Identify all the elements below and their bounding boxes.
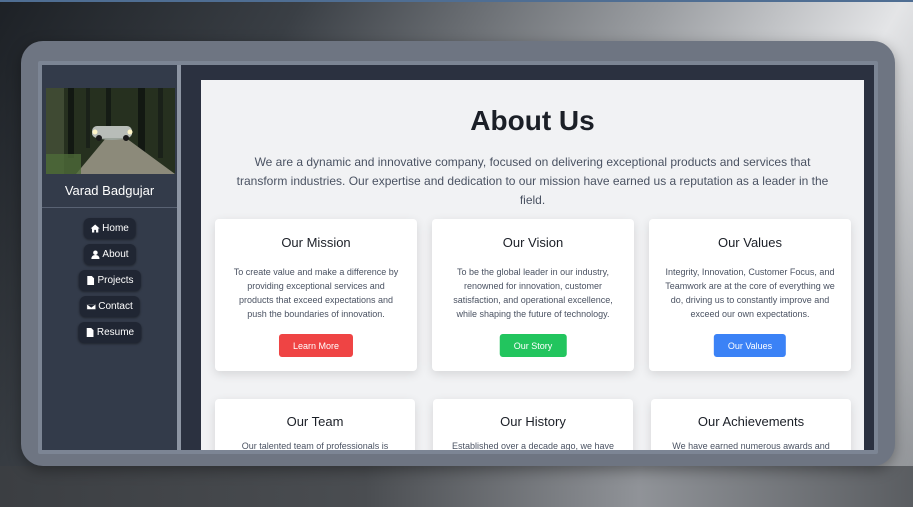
- card-team: Our Team Our talented team of profession…: [215, 399, 415, 450]
- card-vision: Our Vision To be the global leader in ou…: [432, 219, 634, 371]
- card-title: Our Vision: [502, 235, 564, 250]
- card-text: Our talented team of professionals is: [241, 441, 389, 450]
- nav-item-label: About: [102, 249, 129, 260]
- screen: Varad Badgujar Home About Projects Conta…: [38, 61, 878, 454]
- nav-item-label: Resume: [96, 327, 135, 338]
- card-achievements: Our Achievements We have earned numerous…: [651, 399, 851, 450]
- card-title: Our Mission: [281, 235, 351, 250]
- profile-name: Varad Badgujar: [64, 183, 155, 198]
- sidebar: Varad Badgujar Home About Projects Conta…: [42, 65, 181, 450]
- sidebar-divider: [42, 207, 177, 208]
- file-icon: [86, 328, 93, 337]
- nav-item-label: Contact: [98, 301, 133, 312]
- card-title: Our Team: [286, 414, 344, 429]
- nav-item-label: Home: [102, 223, 129, 234]
- envelope-icon: [86, 303, 96, 311]
- user-icon: [90, 250, 99, 259]
- card-text: We have earned numerous awards and: [672, 441, 830, 450]
- card-text: To create value and make a difference by…: [233, 267, 399, 319]
- card-title: Our Values: [717, 235, 783, 250]
- nav-item-home[interactable]: Home: [83, 218, 136, 239]
- top-accent-line: [0, 0, 913, 2]
- card-history: Our History Established over a decade ag…: [433, 399, 633, 450]
- card-mission: Our Mission To create value and make a d…: [215, 219, 417, 371]
- our-values-button[interactable]: Our Values: [713, 334, 787, 357]
- page-title: About Us: [470, 105, 595, 136]
- profile-photo: [46, 88, 175, 174]
- our-story-button[interactable]: Our Story: [499, 334, 567, 357]
- card-text: Established over a decade ago, we have: [451, 441, 615, 450]
- card-text: To be the global leader in our industry,…: [453, 267, 613, 319]
- about-section: About Us We are a dynamic and innovative…: [201, 80, 864, 450]
- nav-item-contact[interactable]: Contact: [79, 296, 140, 317]
- card-title: Our Achievements: [697, 414, 805, 429]
- nav-item-about[interactable]: About: [83, 244, 136, 265]
- background-shade: [0, 466, 913, 507]
- card-values: Our Values Integrity, Innovation, Custom…: [649, 219, 851, 371]
- card-title: Our History: [500, 414, 566, 429]
- nav-item-label: Projects: [97, 275, 134, 286]
- device-frame: Varad Badgujar Home About Projects Conta…: [21, 41, 895, 466]
- page-intro: We are a dynamic and innovative company,…: [236, 155, 829, 207]
- card-text: Integrity, Innovation, Customer Focus, a…: [665, 267, 835, 319]
- nav-item-resume[interactable]: Resume: [77, 322, 142, 343]
- file-icon: [86, 276, 94, 285]
- home-icon: [90, 224, 100, 233]
- nav-item-projects[interactable]: Projects: [78, 270, 141, 291]
- learn-more-button[interactable]: Learn More: [278, 334, 354, 357]
